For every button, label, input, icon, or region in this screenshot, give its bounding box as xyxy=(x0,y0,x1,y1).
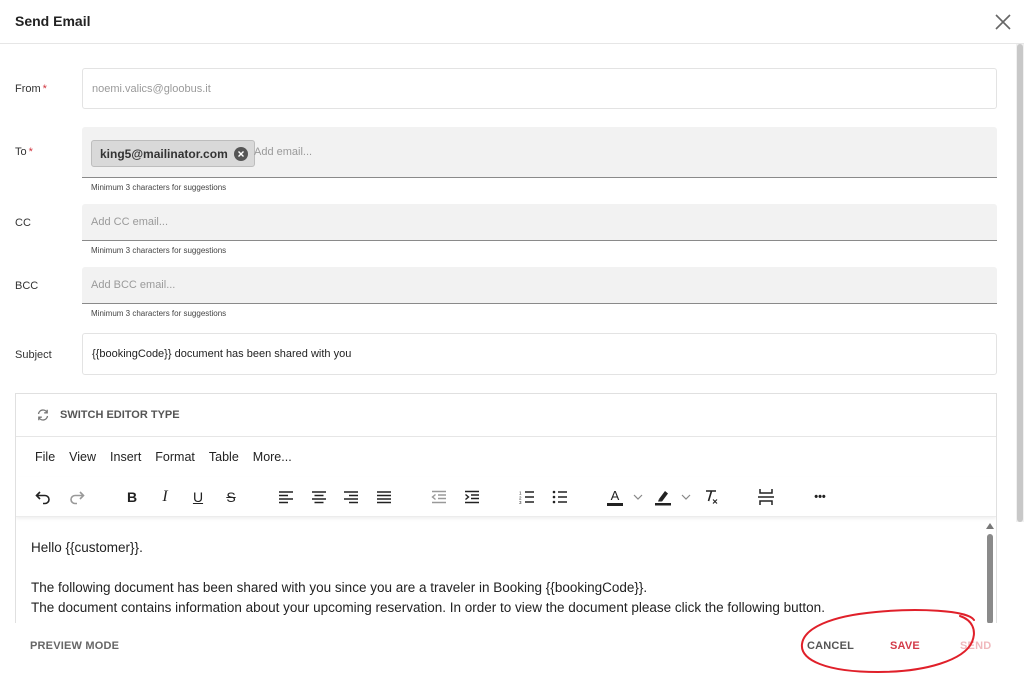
from-field[interactable]: noemi.valics@gloobus.it xyxy=(82,68,997,109)
menu-insert[interactable]: Insert xyxy=(103,446,148,468)
align-right-icon[interactable] xyxy=(339,485,363,509)
remove-chip-icon[interactable] xyxy=(233,146,248,161)
bcc-placeholder: Add BCC email... xyxy=(91,279,176,291)
highlight-chevron-down-icon[interactable] xyxy=(679,485,693,509)
bcc-field[interactable]: Add BCC email... xyxy=(82,267,997,304)
send-email-dialog: Send Email From * noemi.valics@gloobus.it… xyxy=(0,0,1024,691)
bullet-list-icon[interactable] xyxy=(548,485,572,509)
to-input-placeholder[interactable]: Add email... xyxy=(254,146,312,158)
editor-line: Hello {{customer}}. xyxy=(31,540,143,555)
send-button[interactable]: SEND xyxy=(960,640,991,652)
menu-view[interactable]: View xyxy=(62,446,103,468)
refresh-icon xyxy=(37,409,49,421)
to-label: To * xyxy=(15,146,33,158)
svg-text:3: 3 xyxy=(519,500,522,504)
outdent-icon[interactable] xyxy=(427,485,451,509)
align-left-icon[interactable] xyxy=(274,485,298,509)
highlight-color-icon[interactable] xyxy=(651,485,675,509)
save-button[interactable]: SAVE xyxy=(890,640,920,652)
editor-line xyxy=(31,558,984,578)
align-justify-icon[interactable] xyxy=(372,485,396,509)
bcc-label: BCC xyxy=(15,280,39,292)
cancel-button[interactable]: CANCEL xyxy=(807,640,854,652)
align-center-icon[interactable] xyxy=(307,485,331,509)
recipient-chip[interactable]: king5@mailinator.com xyxy=(91,140,255,167)
more-options-button[interactable]: ••• xyxy=(808,485,832,509)
cc-hint: Minimum 3 characters for suggestions xyxy=(91,246,227,255)
menu-more[interactable]: More... xyxy=(246,446,299,468)
editor-scrollbar[interactable] xyxy=(984,521,996,623)
dialog-title: Send Email xyxy=(15,13,91,29)
redo-icon[interactable] xyxy=(65,485,89,509)
cc-placeholder: Add CC email... xyxy=(91,216,169,228)
numbered-list-icon[interactable]: 123 xyxy=(515,485,539,509)
indent-icon[interactable] xyxy=(460,485,484,509)
recipient-chip-label: king5@mailinator.com xyxy=(100,146,228,161)
preview-mode-button[interactable]: PREVIEW MODE xyxy=(30,640,119,652)
editor-content[interactable]: Hello {{customer}}. The following docume… xyxy=(16,518,984,623)
required-mark: * xyxy=(42,83,47,95)
editor-line: The document contains information about … xyxy=(31,600,825,615)
editor-scrollbar-thumb[interactable] xyxy=(987,534,993,623)
text-color-chevron-down-icon[interactable] xyxy=(631,485,645,509)
required-mark: * xyxy=(28,146,33,158)
page-break-icon[interactable] xyxy=(754,485,778,509)
dialog-footer: PREVIEW MODE CANCEL SAVE SEND xyxy=(0,623,1024,691)
to-hint: Minimum 3 characters for suggestions xyxy=(91,183,227,192)
subject-field[interactable]: {{bookingCode}} document has been shared… xyxy=(82,333,997,375)
from-value: noemi.valics@gloobus.it xyxy=(92,82,211,95)
menu-table[interactable]: Table xyxy=(202,446,246,468)
to-field[interactable]: king5@mailinator.com Add email... xyxy=(82,127,997,178)
subject-label: Subject xyxy=(15,349,52,361)
switch-editor-type-button[interactable]: SWITCH EDITOR TYPE xyxy=(16,394,996,437)
clear-formatting-icon[interactable] xyxy=(699,485,723,509)
menu-file[interactable]: File xyxy=(28,446,62,468)
underline-button[interactable]: U xyxy=(186,485,210,509)
editor-toolbar: B I U S 123 A ••• xyxy=(16,477,996,517)
subject-value: {{bookingCode}} document has been shared… xyxy=(92,348,352,360)
switch-editor-type-label: SWITCH EDITOR TYPE xyxy=(60,409,180,421)
strikethrough-button[interactable]: S xyxy=(219,485,243,509)
rich-text-editor: SWITCH EDITOR TYPE File View Insert Form… xyxy=(15,393,997,623)
cc-field[interactable]: Add CC email... xyxy=(82,204,997,241)
undo-icon[interactable] xyxy=(31,485,55,509)
menu-format[interactable]: Format xyxy=(148,446,202,468)
editor-menubar: File View Insert Format Table More... xyxy=(16,437,996,477)
dialog-scrollbar[interactable] xyxy=(1016,44,1024,522)
text-color-swatch xyxy=(607,502,623,506)
bold-button[interactable]: B xyxy=(120,485,144,509)
editor-line: The following document has been shared w… xyxy=(31,580,648,595)
text-color-label: A xyxy=(610,487,620,503)
bcc-hint: Minimum 3 characters for suggestions xyxy=(91,309,227,318)
cc-label: CC xyxy=(15,217,31,229)
italic-button[interactable]: I xyxy=(153,485,177,509)
from-label: From * xyxy=(15,83,47,95)
dialog-scrollbar-thumb[interactable] xyxy=(1017,44,1023,522)
scroll-up-arrow-icon[interactable] xyxy=(986,523,994,529)
close-icon[interactable] xyxy=(991,10,1015,34)
text-color-button[interactable]: A xyxy=(603,485,627,509)
dialog-header: Send Email xyxy=(0,0,1024,44)
